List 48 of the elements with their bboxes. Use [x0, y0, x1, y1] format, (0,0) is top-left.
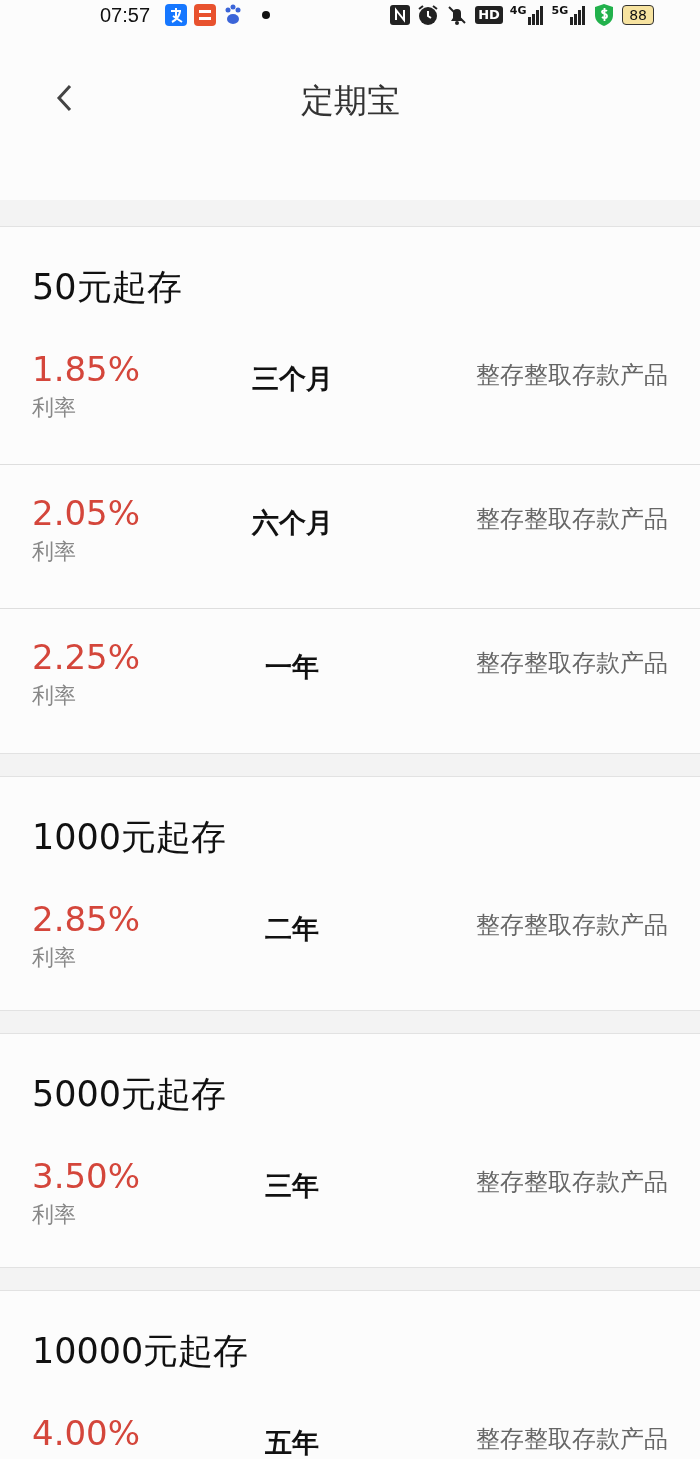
- product-type: 整存整取存款产品: [476, 649, 668, 677]
- shield-dollar-icon: [593, 3, 616, 27]
- deposit-term: 六个月: [251, 507, 333, 538]
- interest-rate: 1.85%: [32, 348, 141, 391]
- product-row[interactable]: 2.85% 利率 二年 整存整取存款产品: [0, 871, 700, 1010]
- rate-label: 利率: [32, 394, 77, 422]
- interest-rate: 2.85%: [32, 898, 141, 941]
- product-row[interactable]: 4.00% 五年 整存整取存款产品: [0, 1385, 700, 1459]
- deposit-term: 三年: [265, 1170, 319, 1201]
- back-icon: [55, 83, 73, 113]
- app-icon: [165, 4, 188, 26]
- product-row[interactable]: 2.25% 利率 一年 整存整取存款产品: [0, 609, 700, 753]
- group-title: 50元起存: [32, 265, 182, 309]
- signal-icon: [570, 5, 587, 25]
- network-label: 4G: [509, 5, 527, 16]
- deposit-term: 五年: [265, 1427, 319, 1458]
- product-type: 整存整取存款产品: [476, 361, 668, 389]
- group-title: 10000元起存: [32, 1329, 249, 1373]
- network-label: 5G: [551, 5, 569, 16]
- product-row[interactable]: 1.85% 利率 三个月 整存整取存款产品: [0, 321, 700, 465]
- group-title: 5000元起存: [32, 1072, 227, 1116]
- app-icon: [194, 4, 217, 26]
- product-type: 整存整取存款产品: [476, 911, 668, 939]
- status-time: 07:57: [100, 3, 151, 28]
- product-type: 整存整取存款产品: [476, 1425, 668, 1453]
- rate-label: 利率: [32, 682, 77, 710]
- deposit-term: 一年: [265, 651, 319, 682]
- battery-indicator: 88: [622, 5, 654, 25]
- product-type: 整存整取存款产品: [476, 1168, 668, 1196]
- dot-icon: [262, 11, 271, 19]
- rate-label: 利率: [32, 1201, 77, 1229]
- rate-label: 利率: [32, 538, 77, 566]
- product-row[interactable]: 2.05% 利率 六个月 整存整取存款产品: [0, 465, 700, 609]
- nfc-icon: [390, 5, 411, 25]
- interest-rate: 4.00%: [32, 1412, 141, 1455]
- signal-icon: [528, 5, 545, 25]
- interest-rate: 3.50%: [32, 1155, 141, 1198]
- interest-rate: 2.05%: [32, 492, 141, 535]
- product-row[interactable]: 3.50% 利率 三年 整存整取存款产品: [0, 1128, 700, 1267]
- deposit-term: 二年: [265, 913, 319, 944]
- hd-badge: HD: [475, 6, 503, 24]
- page-title: 定期宝: [300, 81, 400, 120]
- rate-label: 利率: [32, 944, 77, 972]
- group-title: 1000元起存: [32, 815, 227, 859]
- interest-rate: 2.25%: [32, 636, 141, 679]
- alarm-icon: [417, 4, 440, 26]
- deposit-term: 三个月: [251, 363, 333, 394]
- product-type: 整存整取存款产品: [476, 505, 668, 533]
